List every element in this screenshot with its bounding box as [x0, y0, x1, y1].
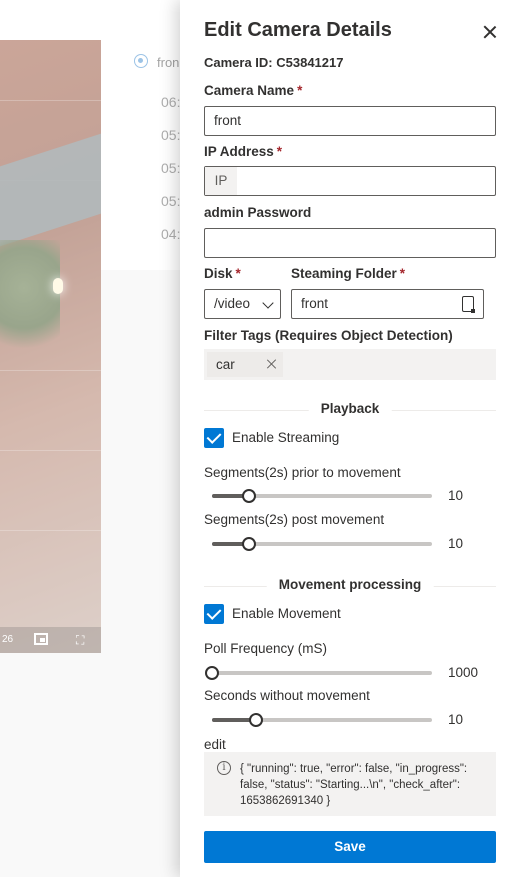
save-button[interactable]: Save — [204, 831, 496, 863]
seconds-without-slider[interactable] — [212, 711, 432, 727]
close-icon[interactable] — [480, 22, 500, 42]
playback-divider: Playback — [204, 400, 496, 420]
admin-password-label: admin Password — [204, 205, 312, 220]
streaming-folder-label: Steaming Folder * — [291, 266, 406, 281]
seconds-without-label: Seconds without movement — [204, 688, 370, 703]
enable-movement-checkbox[interactable] — [204, 604, 224, 624]
tag-label: car — [216, 357, 235, 372]
tag-chip: car — [207, 352, 283, 377]
status-text: { "running": true, "error": false, "in_p… — [240, 763, 468, 807]
ip-prefix: IP — [205, 167, 237, 195]
streaming-folder-input[interactable]: front — [291, 289, 484, 319]
disk-select-value: /video — [214, 296, 251, 311]
edit-label: edit — [204, 737, 226, 752]
overlay-scrim[interactable] — [0, 0, 180, 877]
slider-thumb[interactable] — [205, 666, 219, 680]
seconds-without-value: 10 — [448, 712, 464, 727]
info-icon: i — [217, 761, 231, 775]
remove-tag-icon[interactable] — [265, 357, 279, 371]
edit-camera-panel: Edit Camera Details Camera ID: C53841217… — [180, 0, 520, 877]
disk-select[interactable]: /video — [204, 289, 281, 319]
panel-title: Edit Camera Details — [204, 19, 392, 41]
camera-name-input[interactable]: front — [204, 106, 496, 136]
segments-prior-slider[interactable] — [212, 487, 432, 503]
enable-streaming-label[interactable]: Enable Streaming — [232, 430, 339, 445]
filter-tags-label: Filter Tags (Requires Object Detection) — [204, 328, 453, 343]
poll-frequency-slider[interactable] — [205, 664, 432, 680]
chevron-down-icon — [262, 297, 274, 309]
enable-streaming-checkbox[interactable] — [204, 428, 224, 448]
movement-divider: Movement processing — [204, 576, 496, 596]
playback-heading: Playback — [308, 401, 392, 416]
disk-label: Disk * — [204, 266, 241, 281]
poll-frequency-value: 1000 — [448, 665, 479, 680]
filter-tags-field[interactable]: car — [204, 349, 496, 380]
camera-id: Camera ID: C53841217 — [204, 55, 344, 70]
segments-prior-label: Segments(2s) prior to movement — [204, 465, 401, 480]
enable-movement-label[interactable]: Enable Movement — [232, 606, 341, 621]
slider-thumb[interactable] — [242, 489, 257, 503]
status-message: i { "running": true, "error": false, "in… — [204, 752, 496, 816]
streaming-folder-value: front — [301, 296, 329, 311]
segments-post-value: 10 — [448, 536, 464, 551]
segments-post-label: Segments(2s) post movement — [204, 512, 385, 527]
ip-address-label: IP Address * — [204, 144, 283, 159]
admin-password-input[interactable] — [204, 228, 496, 258]
movement-heading: Movement processing — [266, 577, 434, 592]
ip-address-input[interactable]: IP — [204, 166, 496, 196]
segments-prior-value: 10 — [448, 488, 464, 503]
camera-name-label: Camera Name * — [204, 83, 303, 98]
poll-frequency-label: Poll Frequency (mS) — [204, 641, 328, 656]
segments-post-slider[interactable] — [212, 535, 432, 551]
slider-thumb[interactable] — [249, 713, 263, 727]
slider-thumb[interactable] — [242, 537, 257, 551]
folder-browse-icon[interactable] — [462, 296, 475, 313]
